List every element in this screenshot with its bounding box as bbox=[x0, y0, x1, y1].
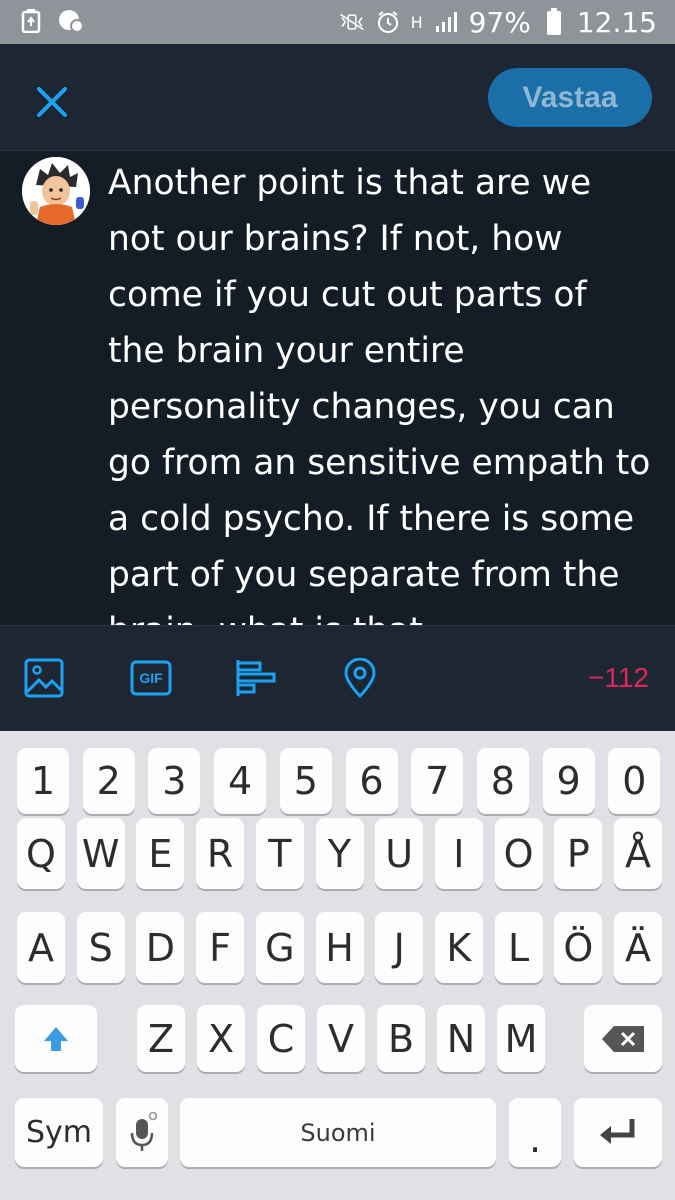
letter-row2-key-11[interactable]: Ä bbox=[614, 912, 662, 983]
letter-row1-key-10[interactable]: P bbox=[554, 818, 603, 889]
letter-row1-key-8[interactable]: I bbox=[434, 818, 483, 889]
letter-row3-key-7[interactable]: M bbox=[497, 1005, 545, 1072]
letter-row1-key-1[interactable]: Q bbox=[17, 818, 65, 889]
letter-row2-key-9[interactable]: L bbox=[494, 912, 543, 983]
keyboard: 1234567890 QWERTYUIOPÅ ASDFGHJKLÖÄ ZXCVB… bbox=[0, 731, 675, 1200]
letter-row1-key-7[interactable]: U bbox=[375, 818, 424, 889]
close-button[interactable] bbox=[32, 82, 72, 122]
backspace-icon bbox=[602, 1025, 644, 1052]
letter-row3-key-1[interactable]: Z bbox=[137, 1005, 185, 1072]
gif-label: GIF bbox=[139, 670, 163, 686]
image-button[interactable] bbox=[24, 658, 68, 702]
letter-row1-key-11[interactable]: Å bbox=[614, 818, 662, 889]
sym-key[interactable]: Sym bbox=[15, 1098, 103, 1167]
close-icon bbox=[37, 87, 67, 117]
alarm-icon bbox=[375, 9, 401, 35]
location-button[interactable] bbox=[340, 657, 384, 702]
compose-area: Another point is that are we not our bra… bbox=[0, 151, 675, 625]
number-key-2[interactable]: 2 bbox=[82, 748, 135, 814]
signal-icon bbox=[433, 9, 459, 35]
reply-button[interactable]: Vastaa bbox=[488, 68, 652, 127]
number-key-6[interactable]: 6 bbox=[345, 748, 398, 814]
letter-row3-key-4[interactable]: V bbox=[317, 1005, 365, 1072]
number-key-3[interactable]: 3 bbox=[148, 748, 201, 814]
number-key-10[interactable]: 0 bbox=[608, 748, 661, 814]
location-pin-icon bbox=[344, 657, 376, 699]
enter-return-icon bbox=[600, 1118, 635, 1144]
letter-row2-key-4[interactable]: F bbox=[196, 912, 245, 983]
poll-icon bbox=[236, 660, 276, 696]
number-key-5[interactable]: 5 bbox=[279, 748, 332, 814]
number-key-9[interactable]: 9 bbox=[542, 748, 595, 814]
number-key-8[interactable]: 8 bbox=[476, 748, 529, 814]
space-key[interactable]: Suomi bbox=[180, 1098, 496, 1167]
letter-row2-key-8[interactable]: K bbox=[434, 912, 483, 983]
tweet-text-input[interactable]: Another point is that are we not our bra… bbox=[108, 155, 653, 625]
shift-arrow-icon bbox=[44, 1026, 68, 1051]
compose-toolbar: GIF −112 bbox=[0, 625, 675, 732]
status-bar: H 97% 12.15 bbox=[0, 0, 675, 44]
microphone-icon bbox=[130, 1111, 157, 1151]
number-key-1[interactable]: 1 bbox=[17, 748, 69, 814]
character-counter: −112 bbox=[588, 662, 649, 693]
letter-row2-key-2[interactable]: S bbox=[76, 912, 125, 983]
avatar bbox=[22, 157, 90, 225]
letter-row3-key-5[interactable]: B bbox=[377, 1005, 425, 1072]
letter-row1-key-5[interactable]: T bbox=[255, 818, 304, 889]
shift-key[interactable] bbox=[15, 1005, 97, 1072]
letter-row1-key-3[interactable]: E bbox=[136, 818, 185, 889]
image-icon bbox=[24, 658, 64, 698]
letter-row1-key-4[interactable]: R bbox=[196, 818, 245, 889]
battery-icon bbox=[541, 8, 567, 35]
letter-row2-key-5[interactable]: G bbox=[255, 912, 304, 983]
number-key-4[interactable]: 4 bbox=[214, 748, 267, 814]
letter-row2-key-3[interactable]: D bbox=[136, 912, 185, 983]
letter-row1-key-2[interactable]: W bbox=[76, 818, 125, 889]
vibrate-mute-icon bbox=[339, 9, 365, 35]
compose-header: Vastaa bbox=[0, 44, 675, 151]
voice-input-key[interactable] bbox=[116, 1098, 168, 1167]
battery-percent: 97% bbox=[468, 5, 531, 39]
poll-button[interactable] bbox=[234, 658, 278, 702]
letter-row3-key-6[interactable]: N bbox=[437, 1005, 485, 1072]
enter-key[interactable] bbox=[574, 1098, 662, 1167]
letter-row2-key-1[interactable]: A bbox=[17, 912, 65, 983]
backspace-key[interactable] bbox=[584, 1005, 662, 1072]
network-type: H bbox=[410, 12, 423, 32]
period-key[interactable]: . bbox=[509, 1098, 561, 1167]
letter-row3-key-3[interactable]: C bbox=[257, 1005, 305, 1072]
chat-notification-icon bbox=[58, 8, 84, 34]
gif-button[interactable]: GIF bbox=[130, 658, 174, 702]
letter-row3-key-2[interactable]: X bbox=[197, 1005, 245, 1072]
letter-row2-key-7[interactable]: J bbox=[375, 912, 424, 983]
recycle-notification-icon bbox=[18, 8, 44, 34]
letter-row2-key-6[interactable]: H bbox=[315, 912, 364, 983]
number-key-7[interactable]: 7 bbox=[411, 748, 464, 814]
letter-row1-key-6[interactable]: Y bbox=[315, 818, 364, 889]
clock: 12.15 bbox=[576, 5, 657, 39]
letter-row1-key-9[interactable]: O bbox=[494, 818, 543, 889]
letter-row2-key-10[interactable]: Ö bbox=[554, 912, 603, 983]
